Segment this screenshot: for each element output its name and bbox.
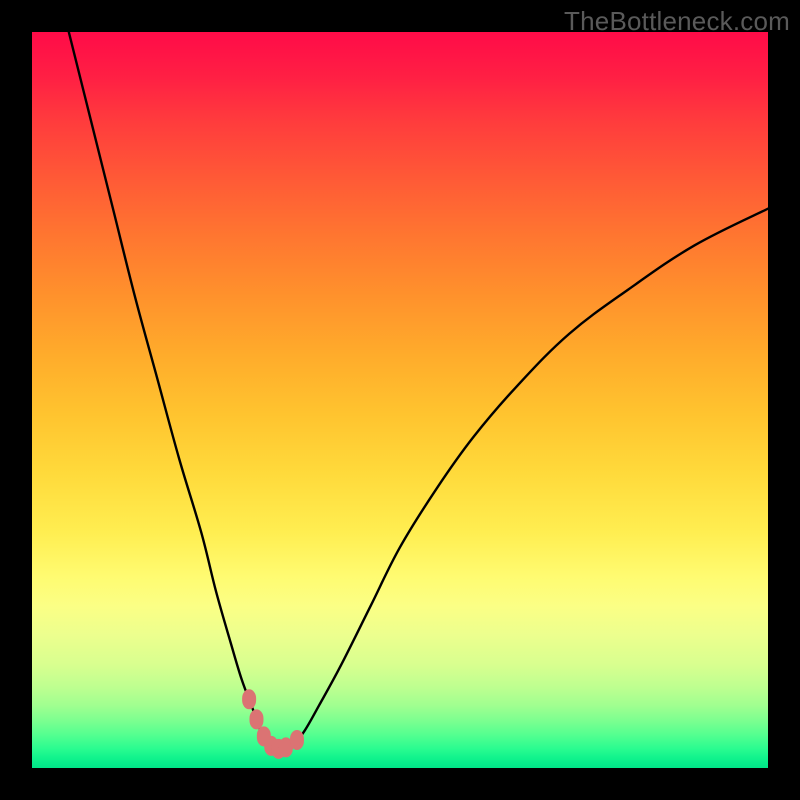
highlight-nodes — [242, 689, 304, 759]
curve-path — [69, 32, 768, 750]
chart-frame: TheBottleneck.com — [0, 0, 800, 800]
highlight-node — [290, 730, 304, 750]
highlight-node — [249, 709, 263, 729]
plot-area — [32, 32, 768, 768]
highlight-node — [242, 689, 256, 709]
bottleneck-curve — [32, 32, 768, 768]
